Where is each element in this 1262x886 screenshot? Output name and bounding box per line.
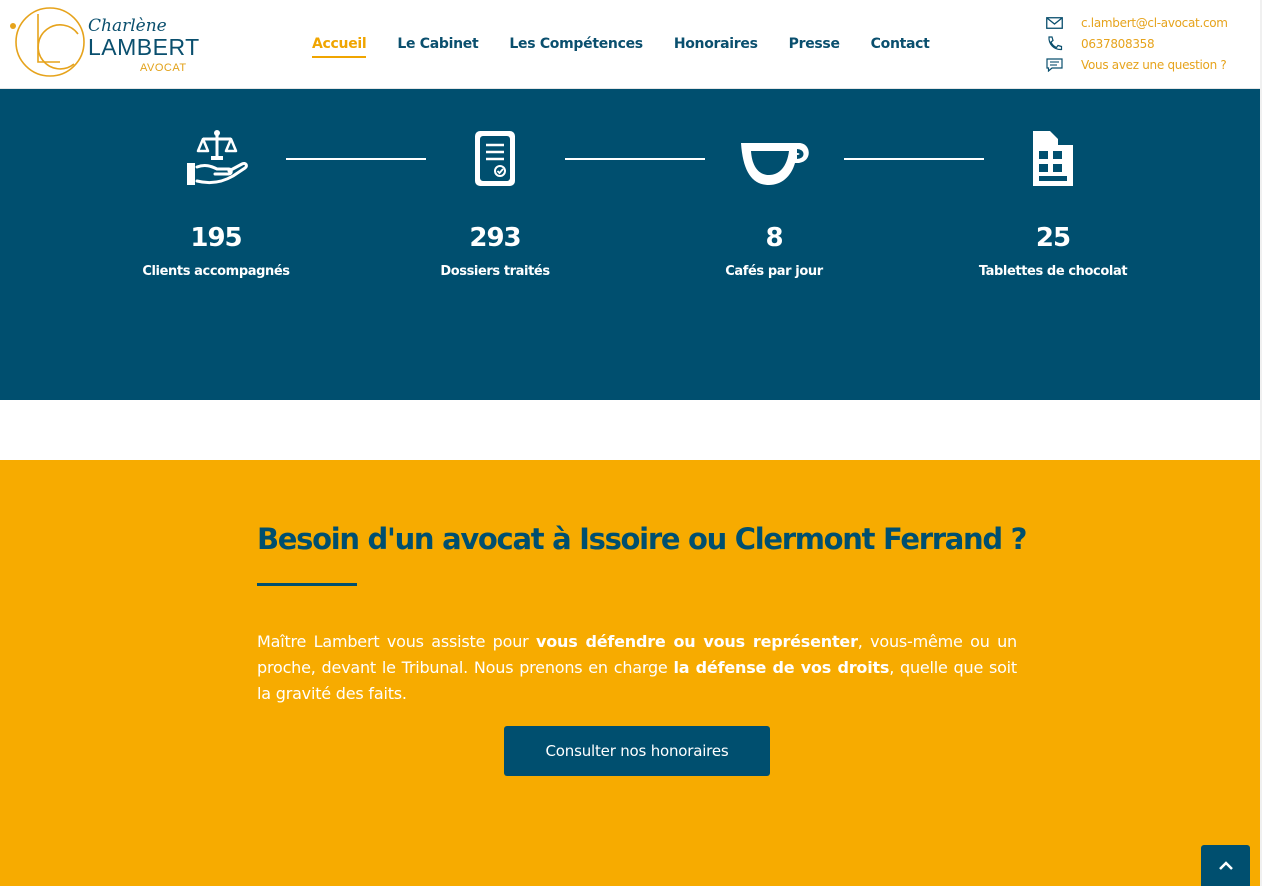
logo-name-text: LAMBERT <box>88 34 200 60</box>
mail-icon <box>1046 15 1081 31</box>
cta-text-part: Maître Lambert vous assiste pour <box>257 632 536 651</box>
stat-number: 8 <box>765 223 783 253</box>
cta-title: Besoin d'un avocat à Issoire ou Clermont… <box>257 522 1027 556</box>
header-contact: c.lambert@cl-avocat.com 0637808358 Vous … <box>1046 12 1256 75</box>
stat-number: 293 <box>469 223 521 253</box>
logo-sub-text: AVOCAT <box>140 62 187 74</box>
main-nav: Accueil Le Cabinet Les Compétences Honor… <box>312 36 961 58</box>
stats-connector <box>565 158 705 160</box>
chevron-up-icon <box>1218 860 1233 870</box>
nav-item-contact[interactable]: Contact <box>871 36 930 58</box>
page: Charlène LAMBERT AVOCAT Accueil Le Cabin… <box>0 0 1262 886</box>
stat-label: Cafés par jour <box>725 264 823 279</box>
consulter-honoraires-button[interactable]: Consulter nos honoraires <box>504 726 770 776</box>
back-to-top-button[interactable] <box>1201 845 1250 886</box>
contact-phone-link[interactable]: 0637808358 <box>1081 37 1155 51</box>
site-header: Charlène LAMBERT AVOCAT Accueil Le Cabin… <box>0 0 1260 89</box>
stat-number: 25 <box>1035 223 1071 253</box>
cta-section: Besoin d'un avocat à Issoire ou Clermont… <box>0 460 1260 886</box>
contact-question-link[interactable]: Vous avez une question ? <box>1081 58 1227 72</box>
logo-script-text: Charlène <box>88 16 167 36</box>
phone-icon <box>1046 36 1081 52</box>
cta-text-bold: vous défendre ou vous représenter <box>535 632 858 651</box>
document-check-icon <box>460 129 530 189</box>
contact-phone-row[interactable]: 0637808358 <box>1046 33 1256 54</box>
nav-item-accueil[interactable]: Accueil <box>312 36 367 58</box>
contact-email-link[interactable]: c.lambert@cl-avocat.com <box>1081 16 1228 30</box>
stat-label: Clients accompagnés <box>142 264 290 279</box>
nav-item-les-competences[interactable]: Les Compétences <box>509 36 643 58</box>
contact-email-row[interactable]: c.lambert@cl-avocat.com <box>1046 12 1256 33</box>
nav-item-honoraires[interactable]: Honoraires <box>674 36 758 58</box>
stats-connector <box>844 158 984 160</box>
title-underline <box>257 583 357 586</box>
cta-paragraph: Maître Lambert vous assiste pour vous dé… <box>257 629 1017 707</box>
logo[interactable]: Charlène LAMBERT AVOCAT <box>8 4 199 80</box>
cta-text-bold: la défense de vos droits <box>673 658 890 677</box>
nav-item-le-cabinet[interactable]: Le Cabinet <box>397 36 478 58</box>
stats-section: 195 Clients accompagnés 293 Dossiers tra… <box>0 89 1260 400</box>
stat-number: 195 <box>190 223 242 253</box>
justice-hand-icon <box>181 129 251 189</box>
contact-question-row[interactable]: Vous avez une question ? <box>1046 54 1256 75</box>
chocolate-bar-icon <box>1018 129 1088 189</box>
coffee-cup-icon <box>739 129 809 189</box>
stats-connector <box>286 158 426 160</box>
nav-item-presse[interactable]: Presse <box>789 36 840 58</box>
chat-icon <box>1046 57 1081 73</box>
stat-label: Dossiers traités <box>440 264 550 279</box>
stat-label: Tablettes de chocolat <box>978 264 1128 279</box>
